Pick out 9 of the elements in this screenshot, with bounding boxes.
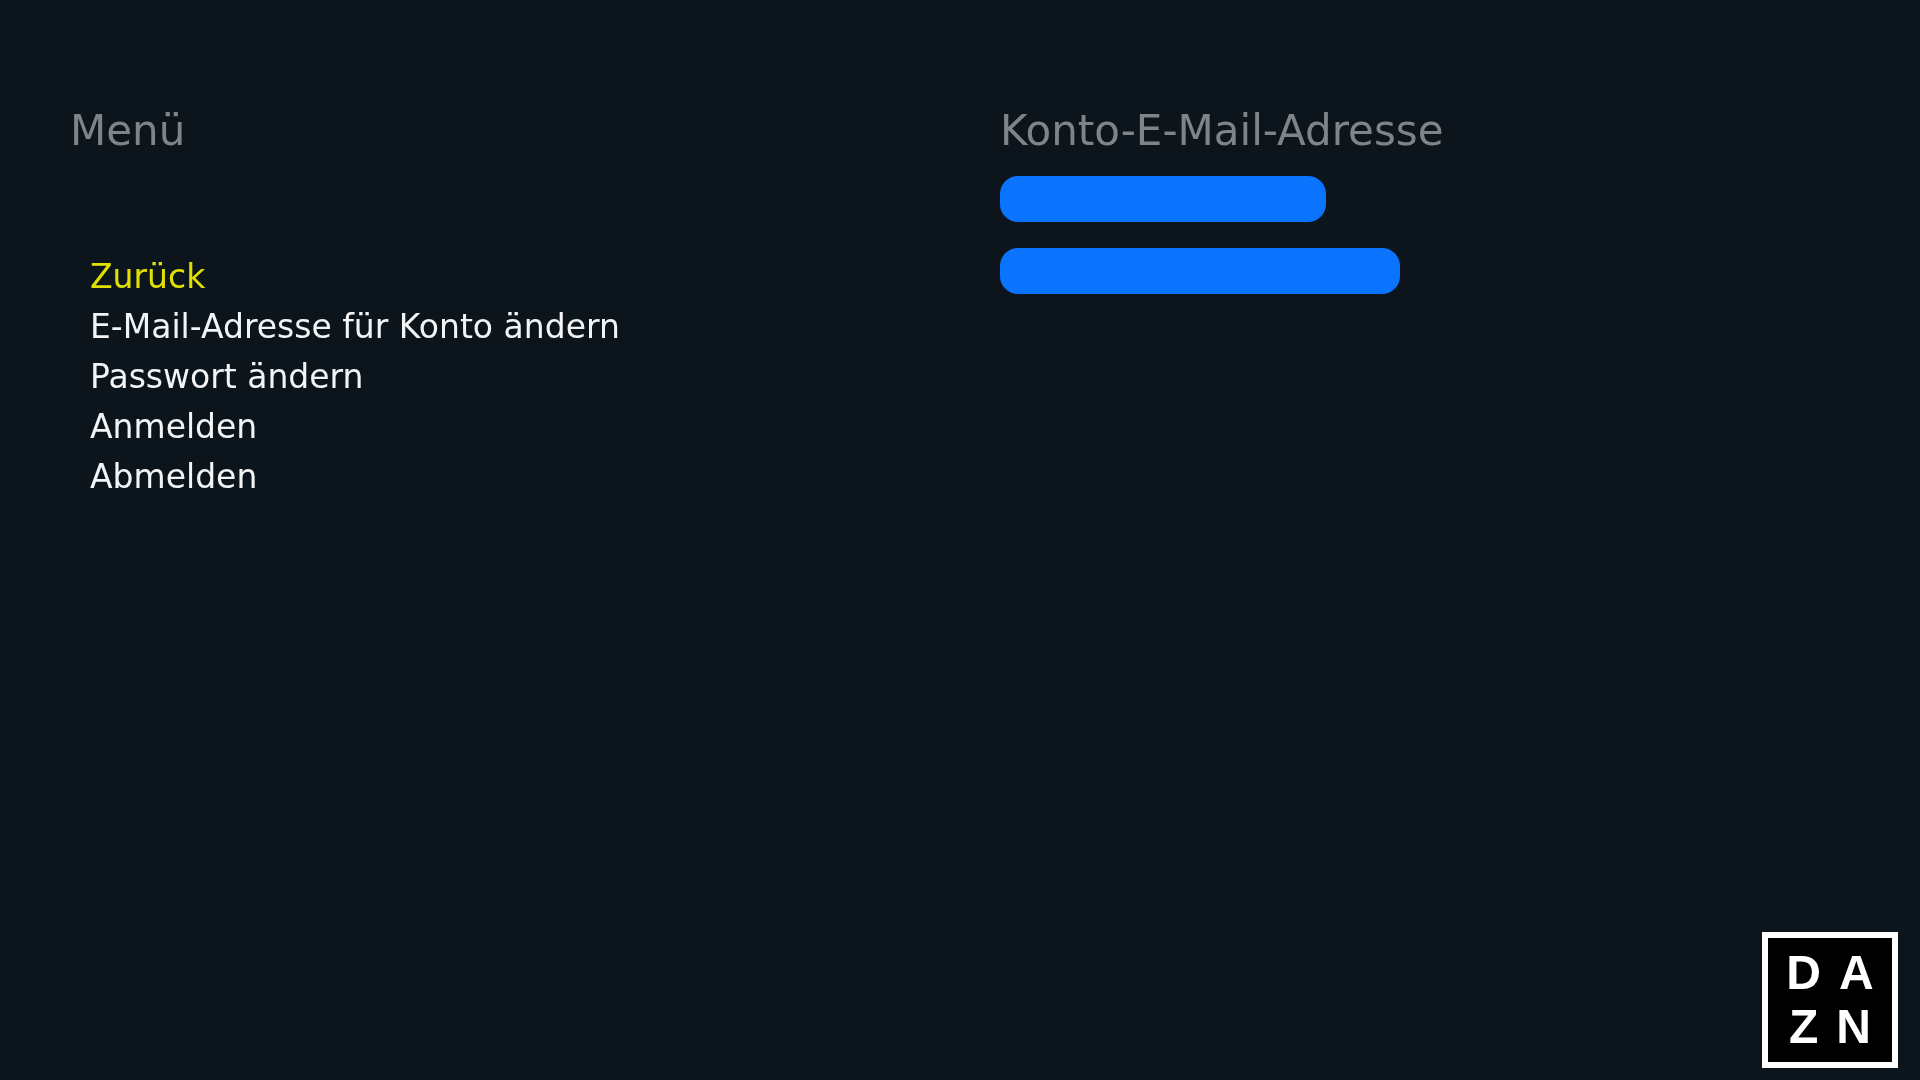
menu-title: Menü	[70, 106, 187, 156]
menu-item[interactable]: Zurück	[90, 252, 1000, 302]
menu-item[interactable]: Passwort ändern	[90, 352, 1000, 402]
account-email-title: Konto-E-Mail-Adresse	[1000, 106, 1445, 156]
menu-item[interactable]: Anmelden	[90, 402, 1000, 452]
logo-text: DA	[1786, 946, 1892, 1000]
logo-text: ZN	[1789, 1000, 1889, 1054]
menu-item[interactable]: Abmelden	[90, 452, 1000, 502]
menu-item[interactable]: E-Mail-Adresse für Konto ändern	[90, 302, 1000, 352]
